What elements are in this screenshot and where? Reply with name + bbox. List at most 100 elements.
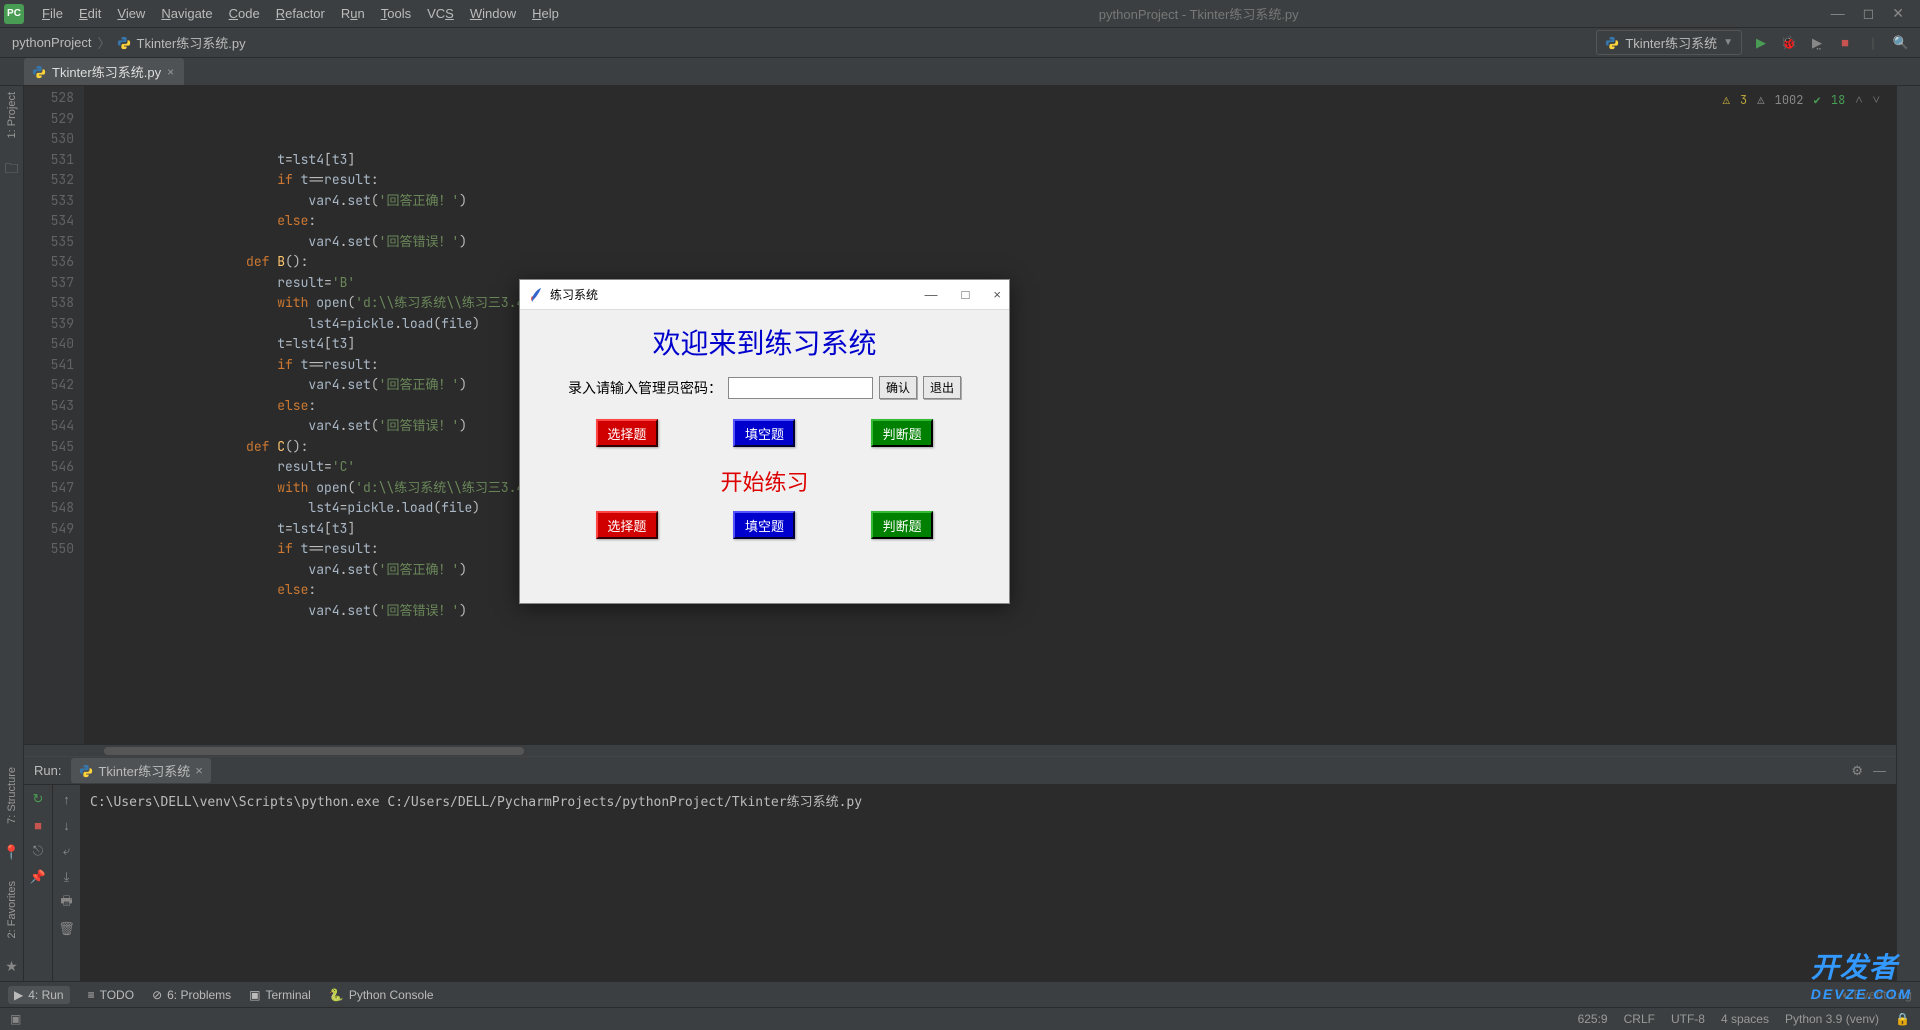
tk-fill-button-bottom[interactable]: 填空题: [733, 511, 795, 539]
menu-code[interactable]: Code: [221, 6, 268, 21]
run-settings-icon[interactable]: ⚙: [1851, 763, 1863, 779]
run-actions-left: ↻ ■ ⎋ 📌: [24, 785, 52, 981]
tk-judge-button-top[interactable]: 判断题: [871, 419, 933, 447]
tk-heading: 欢迎来到练习系统: [538, 322, 991, 362]
tk-password-input[interactable]: [728, 377, 873, 399]
status-bar: ▣ 625:9 CRLF UTF-8 4 spaces Python 3.9 (…: [0, 1007, 1920, 1030]
menu-window[interactable]: Window: [462, 6, 524, 21]
close-icon[interactable]: ✕: [1892, 5, 1904, 22]
tk-maximize-icon[interactable]: □: [962, 287, 970, 302]
inspection-widget[interactable]: ⚠ 3 ⚠ 1002 ✔ 18 ˄ ˅: [1717, 88, 1886, 113]
run-icon[interactable]: ▶: [1752, 34, 1770, 52]
tk-close-icon[interactable]: ×: [993, 287, 1001, 302]
maximize-icon[interactable]: ◻: [1863, 5, 1875, 22]
tab-close-icon[interactable]: ×: [167, 65, 174, 79]
tab-problems[interactable]: ⊘ 6: Problems: [152, 988, 231, 1002]
tk-judge-button-bottom[interactable]: 判断题: [871, 511, 933, 539]
menu-help[interactable]: Help: [524, 6, 567, 21]
navigation-toolbar: pythonProject 〉 Tkinter练习系统.py Tkinter练习…: [0, 28, 1920, 58]
run-tab[interactable]: Tkinter练习系统 ×: [71, 758, 210, 783]
print-icon[interactable]: 🖶: [59, 895, 75, 911]
tk-fill-button-top[interactable]: 填空题: [733, 419, 795, 447]
event-log-button[interactable]: ◐ Event Log: [1842, 987, 1912, 1002]
search-icon[interactable]: 🔍: [1892, 34, 1910, 52]
file-encoding[interactable]: UTF-8: [1671, 1012, 1705, 1026]
chevron-down-icon: ▼: [1723, 37, 1733, 48]
menu-navigate[interactable]: Navigate: [153, 6, 220, 21]
stop-icon[interactable]: ■: [1836, 34, 1854, 52]
interpreter-status[interactable]: Python 3.9 (venv): [1785, 1012, 1879, 1026]
tk-titlebar[interactable]: 练习系统 — □ ×: [520, 280, 1009, 310]
run-tab-close-icon[interactable]: ×: [195, 763, 203, 778]
tab-python-console[interactable]: 🐍 Python Console: [329, 988, 434, 1002]
python-file-icon: [1605, 36, 1619, 50]
menu-edit[interactable]: Edit: [71, 6, 109, 21]
run-config-selector[interactable]: Tkinter练习系统 ▼: [1596, 30, 1742, 55]
tk-confirm-button[interactable]: 确认: [879, 376, 917, 399]
coverage-icon[interactable]: ▶̤: [1808, 34, 1826, 52]
exit-icon[interactable]: ⎋: [30, 843, 46, 859]
breadcrumb-project[interactable]: pythonProject: [12, 35, 92, 50]
debug-icon[interactable]: 🐞: [1780, 34, 1798, 52]
chevron-down-icon[interactable]: ˅: [1873, 90, 1880, 111]
bookmark-icon[interactable]: 📍: [3, 844, 20, 861]
up-icon[interactable]: ↑: [59, 791, 75, 807]
run-panel-title: Run:: [34, 763, 61, 778]
structure-tool-button[interactable]: 7: Structure: [6, 767, 18, 824]
tab-run[interactable]: ▶ 4: Run: [8, 986, 70, 1004]
tk-password-label: 录入请输入管理员密码：: [568, 378, 722, 398]
minimize-icon[interactable]: —: [1831, 5, 1845, 22]
rerun-icon[interactable]: ↻: [30, 791, 46, 807]
divider: |: [1864, 34, 1882, 52]
lock-icon[interactable]: 🔒: [1895, 1012, 1910, 1026]
breadcrumb-file[interactable]: Tkinter练习系统.py: [137, 33, 246, 52]
tool-windows-icon[interactable]: ▣: [10, 1012, 21, 1026]
menu-refactor[interactable]: Refactor: [268, 6, 333, 21]
editor-gutter: 5285295305315325335345355365375385395405…: [24, 86, 84, 744]
project-tool-button[interactable]: 1: Project: [6, 92, 18, 138]
folder-icon[interactable]: 🗀: [5, 158, 19, 182]
tab-label: Tkinter练习系统.py: [52, 62, 161, 81]
trash-icon[interactable]: 🗑: [59, 921, 75, 937]
tk-minimize-icon[interactable]: —: [925, 287, 938, 302]
down-icon[interactable]: ↓: [59, 817, 75, 833]
menu-vcs[interactable]: VCS: [419, 6, 462, 21]
python-file-icon: [32, 65, 46, 79]
star-icon[interactable]: ★: [5, 958, 18, 975]
tk-exit-button[interactable]: 退出: [923, 376, 961, 399]
tk-start-label: 开始练习: [538, 465, 991, 497]
run-tool-window: Run: Tkinter练习系统 × ⚙ — ↻ ■ ⎋ 📌: [24, 756, 1896, 981]
warning-count[interactable]: ⚠ 3: [1723, 90, 1748, 111]
stop-icon[interactable]: ■: [30, 817, 46, 833]
wrap-icon[interactable]: ⤶: [59, 843, 75, 859]
chevron-up-icon[interactable]: ˄: [1855, 90, 1862, 111]
tkinter-app-window: 练习系统 — □ × 欢迎来到练习系统 录入请输入管理员密码： 确认 退出 选择…: [519, 279, 1010, 604]
scrollbar-thumb[interactable]: [104, 747, 524, 755]
horizontal-scrollbar[interactable]: [24, 744, 1896, 756]
tk-choice-button-bottom[interactable]: 选择题: [596, 511, 658, 539]
favorites-tool-button[interactable]: 2: Favorites: [6, 881, 18, 938]
weak-warning-count[interactable]: ⚠ 1002: [1757, 90, 1803, 111]
tab-terminal[interactable]: ▣ Terminal: [249, 988, 311, 1002]
tab-todo[interactable]: ≡ TODO: [88, 988, 134, 1002]
menu-file[interactable]: File: [34, 6, 71, 21]
console-output[interactable]: C:\Users\DELL\venv\Scripts\python.exe C:…: [80, 785, 1896, 981]
menu-run[interactable]: Run: [333, 6, 373, 21]
cursor-position[interactable]: 625:9: [1578, 1012, 1608, 1026]
scroll-icon[interactable]: ⤓: [59, 869, 75, 885]
menu-view[interactable]: View: [109, 6, 153, 21]
menu-tools[interactable]: Tools: [373, 6, 419, 21]
line-separator[interactable]: CRLF: [1624, 1012, 1655, 1026]
tk-feather-icon: [528, 287, 544, 303]
left-tool-strip: 1: Project 🗀 7: Structure 📍 2: Favorites…: [0, 86, 24, 981]
tk-choice-button-top[interactable]: 选择题: [596, 419, 658, 447]
console-line: C:\Users\DELL\venv\Scripts\python.exe C:…: [90, 791, 1886, 810]
python-file-icon: [117, 36, 131, 50]
editor-tab[interactable]: Tkinter练习系统.py ×: [24, 58, 184, 85]
indent-status[interactable]: 4 spaces: [1721, 1012, 1769, 1026]
run-actions-left2: ↑ ↓ ⤶ ⤓ 🖶 🗑: [52, 785, 80, 981]
typo-count[interactable]: ✔ 18: [1813, 90, 1845, 111]
pin-icon[interactable]: 📌: [30, 869, 46, 885]
run-hide-icon[interactable]: —: [1873, 763, 1886, 779]
right-tool-strip: [1896, 86, 1920, 981]
